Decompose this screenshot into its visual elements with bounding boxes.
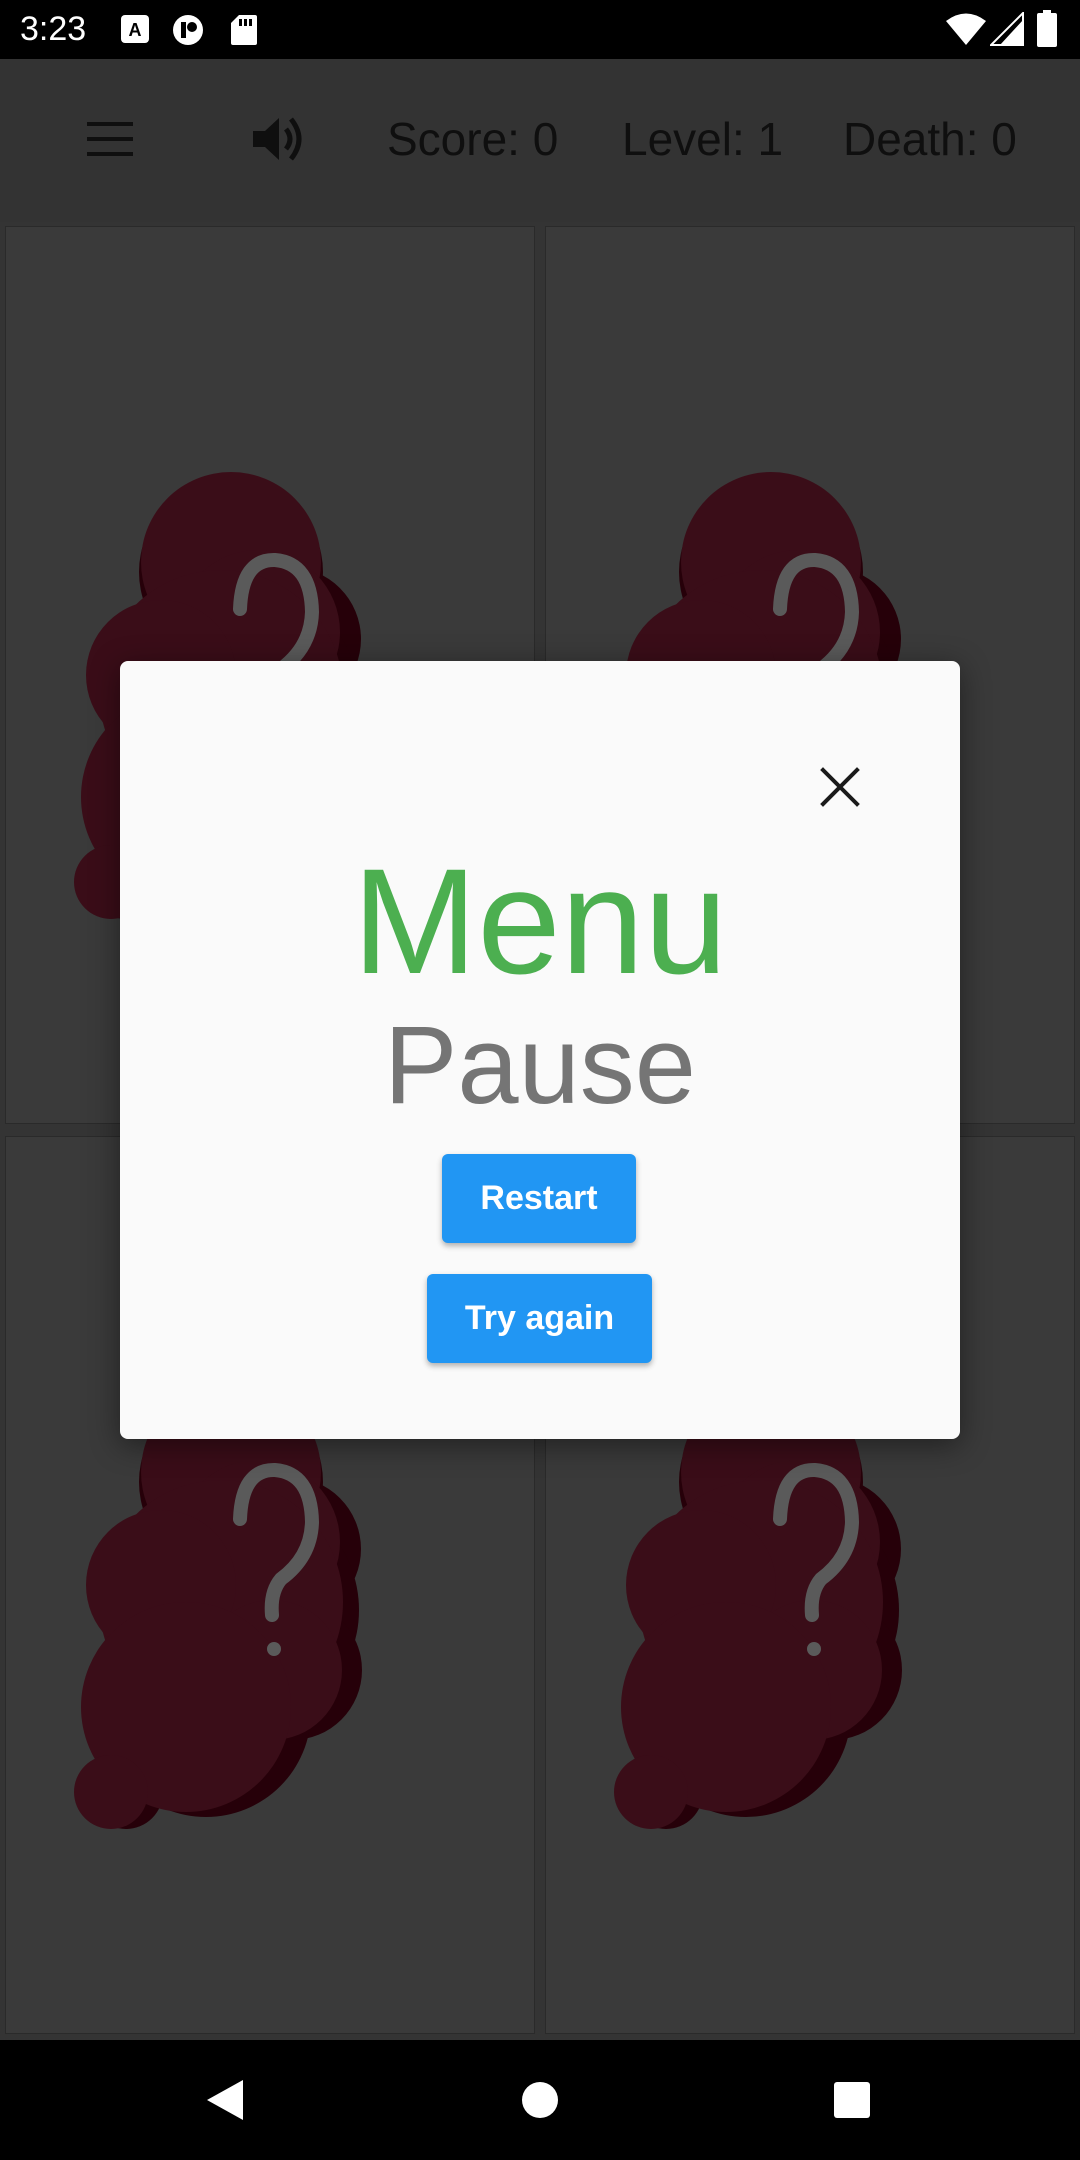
dialog-title: Menu <box>352 837 728 1005</box>
close-icon[interactable] <box>810 757 870 817</box>
system-nav-bar <box>0 2040 1080 2160</box>
hamburger-menu-icon[interactable] <box>78 107 142 171</box>
back-triangle-icon[interactable] <box>195 2070 255 2130</box>
app-screen: 3:23 A Score: 0 Level: 1 Death: 0 Menu P… <box>0 0 1080 2160</box>
restart-button[interactable]: Restart <box>442 1154 636 1243</box>
death-label: Death: 0 <box>843 113 1017 165</box>
pause-menu-dialog: Menu Pause Restart Try again <box>120 661 960 1439</box>
level-label: Level: 1 <box>622 113 784 165</box>
status-bar: 3:23 A <box>0 0 1080 59</box>
speaker-icon[interactable] <box>245 107 309 171</box>
wifi-icon <box>946 13 986 45</box>
try-again-button[interactable]: Try again <box>427 1274 652 1363</box>
score-label: Score: 0 <box>387 113 559 165</box>
game-hud-bar: Score: 0 Level: 1 Death: 0 <box>0 59 1080 222</box>
a-box-icon: A <box>121 15 149 43</box>
recents-square-icon[interactable] <box>822 2070 882 2130</box>
sd-card-icon <box>231 15 257 45</box>
status-time: 3:23 <box>20 10 87 48</box>
tag-icon <box>173 15 203 45</box>
battery-icon <box>1037 10 1057 47</box>
signal-icon <box>990 12 1024 46</box>
dialog-subtitle: Pause <box>384 1004 696 1127</box>
home-circle-icon[interactable] <box>510 2070 570 2130</box>
svg-text:A: A <box>129 20 142 40</box>
